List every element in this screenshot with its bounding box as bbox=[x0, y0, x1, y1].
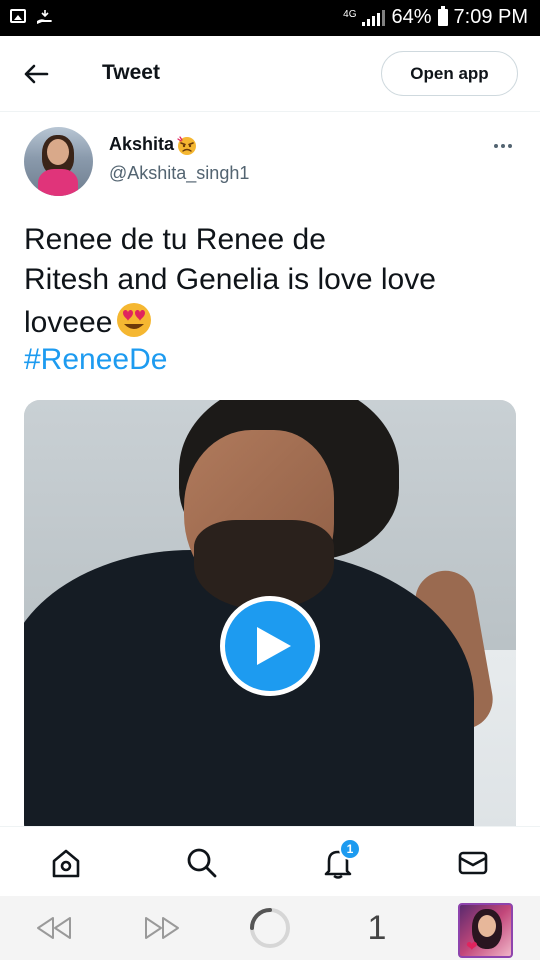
home-icon bbox=[52, 849, 80, 878]
browser-forward-button[interactable] bbox=[142, 908, 182, 948]
author-name[interactable]: Akshita bbox=[109, 134, 198, 155]
browser-back-button[interactable] bbox=[34, 908, 74, 948]
search-icon bbox=[187, 848, 217, 878]
tweet-text-line: Ritesh and Genelia is love love bbox=[24, 263, 436, 296]
status-left-icons bbox=[10, 9, 54, 25]
hashtag-link[interactable]: #ReneeDe bbox=[24, 340, 167, 380]
avatar-face bbox=[47, 139, 69, 165]
battery-percent: 64% bbox=[391, 6, 432, 28]
download-hand-icon bbox=[37, 10, 52, 24]
nav-messages[interactable] bbox=[455, 845, 491, 881]
browser-bottom-bar: 1 ❤ bbox=[0, 896, 540, 960]
image-icon bbox=[10, 9, 26, 23]
fast-forward-icon bbox=[145, 917, 179, 939]
open-app-button[interactable]: Open app bbox=[381, 51, 518, 96]
arrow-left-icon bbox=[24, 64, 49, 84]
status-right: 4G 64% 7:09 PM bbox=[343, 6, 528, 29]
rewind-icon bbox=[37, 917, 71, 939]
thumb-face bbox=[478, 915, 496, 937]
avatar[interactable] bbox=[24, 127, 93, 196]
tweet-text-line: loveee bbox=[24, 306, 113, 339]
battery-icon bbox=[437, 6, 448, 26]
tweet-text-line-3: loveee bbox=[24, 300, 514, 343]
signal-icon bbox=[362, 9, 386, 26]
page-title: Tweet bbox=[102, 61, 160, 84]
play-icon bbox=[257, 627, 291, 665]
bottom-navigation: 1 bbox=[0, 826, 540, 896]
tweet-text-line: Renee de tu Renee de bbox=[24, 223, 326, 256]
tab-count[interactable]: 1 bbox=[360, 908, 394, 948]
more-horizontal-icon[interactable] bbox=[491, 136, 515, 156]
back-button[interactable] bbox=[20, 60, 52, 88]
video-player[interactable] bbox=[24, 400, 516, 840]
play-button[interactable] bbox=[220, 596, 320, 696]
author-handle[interactable]: @Akshita_singh1 bbox=[109, 163, 249, 184]
author-name-text: Akshita bbox=[109, 134, 175, 154]
messages-icon bbox=[458, 851, 488, 875]
clock: 7:09 PM bbox=[453, 6, 528, 28]
tab-preview-thumbnail[interactable]: ❤ bbox=[458, 903, 513, 958]
status-bar: 4G 64% 7:09 PM bbox=[0, 0, 540, 36]
loading-spinner-icon bbox=[250, 908, 290, 948]
nav-search[interactable] bbox=[184, 845, 220, 881]
heart-eyes-emoji bbox=[117, 303, 152, 337]
tweet-header: Tweet Open app bbox=[0, 36, 540, 112]
network-type: 4G bbox=[343, 8, 357, 20]
browser-reload-button[interactable] bbox=[248, 908, 292, 948]
angry-face-emoji bbox=[177, 135, 197, 155]
nav-home[interactable] bbox=[48, 845, 84, 881]
heart-icon: ❤ bbox=[466, 938, 478, 954]
avatar-body bbox=[38, 169, 78, 196]
notification-badge: 1 bbox=[339, 838, 361, 860]
tweet-text: Renee de tu Renee de Ritesh and Genelia … bbox=[24, 220, 514, 343]
